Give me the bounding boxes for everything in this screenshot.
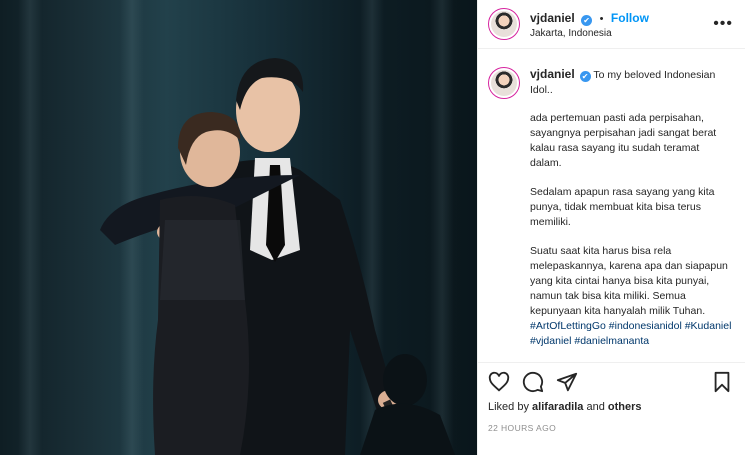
hashtag-link[interactable]: #Kudaniel [685,320,732,332]
more-options-icon[interactable]: ••• [713,15,733,33]
caption: vjdaniel ✔ To my beloved Indonesian Idol… [478,57,745,360]
hashtag-link[interactable]: #indonesianidol [609,320,682,332]
caption-username-link[interactable]: vjdaniel [530,67,575,81]
post-header: vjdaniel ✔ • Follow Jakarta, Indonesia •… [478,0,745,49]
caption-paragraph: Sedalam apapun rasa sayang yang kita pun… [530,186,715,228]
caption-body: ada pertemuan pasti ada perpisahan, saya… [488,111,733,349]
verified-badge-icon: ✔ [579,71,591,82]
couple-photo-illustration [100,58,455,455]
caption-first-line: vjdaniel ✔ To my beloved Indonesian Idol… [530,57,733,98]
caption-paragraph: Suatu saat kita harus bisa rela melepask… [530,245,728,317]
post-actions: Liked by alifaradila and others 22 HOURS… [478,362,745,433]
avatar[interactable] [488,67,520,99]
hashtag-link[interactable]: #danielmananta [574,335,649,347]
post-timestamp[interactable]: 22 HOURS AGO [488,423,733,433]
username-link[interactable]: vjdaniel [530,11,575,25]
share-icon[interactable] [556,371,578,393]
verified-badge-icon: ✔ [581,14,593,26]
hashtag-link[interactable]: #vjdaniel [530,335,571,347]
post-photo[interactable] [0,0,477,455]
avatar[interactable] [488,8,520,40]
post-side-panel: vjdaniel ✔ • Follow Jakarta, Indonesia •… [477,0,745,455]
comment-icon[interactable] [522,371,544,393]
hashtag-link[interactable]: #ArtOfLettingGo [530,320,606,332]
heart-icon[interactable] [488,371,510,393]
caption-paragraph: ada pertemuan pasti ada perpisahan, saya… [530,112,717,169]
location-link[interactable]: Jakarta, Indonesia [530,28,713,41]
follow-button[interactable]: Follow [611,11,649,25]
likes-summary: Liked by alifaradila and others [488,401,733,413]
liked-user-link[interactable]: alifaradila [532,401,583,413]
liked-others-link[interactable]: others [608,401,642,413]
liked-prefix: Liked by [488,401,529,413]
liked-and: and [586,401,605,413]
instagram-post: vjdaniel ✔ • Follow Jakarta, Indonesia •… [0,0,745,455]
bookmark-icon[interactable] [711,371,733,393]
separator-dot: • [599,12,604,25]
